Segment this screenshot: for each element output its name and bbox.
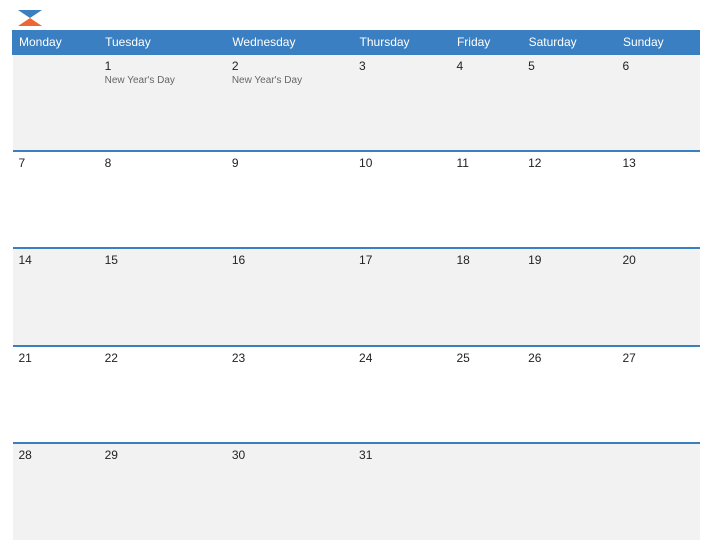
day-number: 11	[456, 156, 516, 170]
calendar-cell: 26	[522, 346, 616, 443]
calendar-table: MondayTuesdayWednesdayThursdayFridaySatu…	[12, 30, 700, 540]
calendar-cell: 10	[353, 151, 450, 248]
calendar-cell: 31	[353, 443, 450, 540]
holiday-name: New Year's Day	[105, 75, 220, 86]
day-number: 29	[105, 448, 220, 462]
day-number: 16	[232, 253, 347, 267]
day-number: 1	[105, 59, 220, 73]
calendar-cell: 17	[353, 248, 450, 345]
calendar-body: 1 New Year's Day 2 New Year's Day 3456 789 10 1…	[13, 54, 700, 540]
calendar-cell: 19	[522, 248, 616, 345]
calendar-week-5: 28 29 30 31	[13, 443, 700, 540]
calendar-cell	[616, 443, 699, 540]
day-header-tuesday: Tuesday	[99, 31, 226, 55]
day-number: 5	[528, 59, 610, 73]
calendar-cell: 4	[450, 54, 522, 151]
day-number: 28	[19, 448, 93, 462]
calendar-week-2: 789 10 11 12 13	[13, 151, 700, 248]
calendar-cell: 13	[616, 151, 699, 248]
calendar-cell: 24	[353, 346, 450, 443]
calendar-cell: 29	[99, 443, 226, 540]
calendar-week-1: 1 New Year's Day 2 New Year's Day 3456	[13, 54, 700, 151]
day-number: 24	[359, 351, 444, 365]
calendar-week-4: 21 22 23 24 25 26 27	[13, 346, 700, 443]
day-number: 17	[359, 253, 444, 267]
logo	[12, 10, 42, 26]
country-name	[630, 10, 700, 12]
day-header-thursday: Thursday	[353, 31, 450, 55]
calendar-page: MondayTuesdayWednesdayThursdayFridaySatu…	[0, 0, 712, 550]
header-row: MondayTuesdayWednesdayThursdayFridaySatu…	[13, 31, 700, 55]
holiday-name: New Year's Day	[232, 75, 347, 86]
calendar-cell: 6	[616, 54, 699, 151]
day-number: 14	[19, 253, 93, 267]
day-header-sunday: Sunday	[616, 31, 699, 55]
calendar-cell: 27	[616, 346, 699, 443]
calendar-cell: 28	[13, 443, 99, 540]
calendar-cell: 16	[226, 248, 353, 345]
calendar-header: MondayTuesdayWednesdayThursdayFridaySatu…	[13, 31, 700, 55]
calendar-cell: 25	[450, 346, 522, 443]
header	[12, 10, 700, 26]
calendar-cell: 9	[226, 151, 353, 248]
day-number: 13	[622, 156, 693, 170]
calendar-cell: 3	[353, 54, 450, 151]
calendar-cell: 1 New Year's Day	[99, 54, 226, 151]
day-number: 4	[456, 59, 516, 73]
day-number: 21	[19, 351, 93, 365]
day-number: 9	[232, 156, 347, 170]
day-number: 10	[359, 156, 444, 170]
calendar-cell: 11	[450, 151, 522, 248]
day-number: 31	[359, 448, 444, 462]
day-number: 20	[622, 253, 693, 267]
day-number: 23	[232, 351, 347, 365]
day-number: 18	[456, 253, 516, 267]
day-number: 25	[456, 351, 516, 365]
calendar-cell	[13, 54, 99, 151]
calendar-cell	[450, 443, 522, 540]
calendar-week-3: 14 15 16 17 18 19 20	[13, 248, 700, 345]
day-number: 12	[528, 156, 610, 170]
day-number: 2	[232, 59, 347, 73]
day-number: 26	[528, 351, 610, 365]
day-number: 7	[19, 156, 93, 170]
calendar-cell: 2 New Year's Day	[226, 54, 353, 151]
calendar-cell: 30	[226, 443, 353, 540]
day-header-friday: Friday	[450, 31, 522, 55]
calendar-cell: 8	[99, 151, 226, 248]
day-header-saturday: Saturday	[522, 31, 616, 55]
calendar-cell: 12	[522, 151, 616, 248]
calendar-cell: 14	[13, 248, 99, 345]
day-number: 30	[232, 448, 347, 462]
day-number: 19	[528, 253, 610, 267]
day-number: 27	[622, 351, 693, 365]
logo-flag-icon	[18, 10, 42, 26]
day-number: 15	[105, 253, 220, 267]
calendar-cell: 15	[99, 248, 226, 345]
calendar-cell: 20	[616, 248, 699, 345]
day-header-wednesday: Wednesday	[226, 31, 353, 55]
calendar-cell: 18	[450, 248, 522, 345]
calendar-cell: 7	[13, 151, 99, 248]
calendar-cell: 22	[99, 346, 226, 443]
calendar-cell: 5	[522, 54, 616, 151]
calendar-cell	[522, 443, 616, 540]
day-number: 3	[359, 59, 444, 73]
calendar-cell: 23	[226, 346, 353, 443]
day-number: 6	[622, 59, 693, 73]
calendar-cell: 21	[13, 346, 99, 443]
day-header-monday: Monday	[13, 31, 99, 55]
day-number: 8	[105, 156, 220, 170]
day-number: 22	[105, 351, 220, 365]
